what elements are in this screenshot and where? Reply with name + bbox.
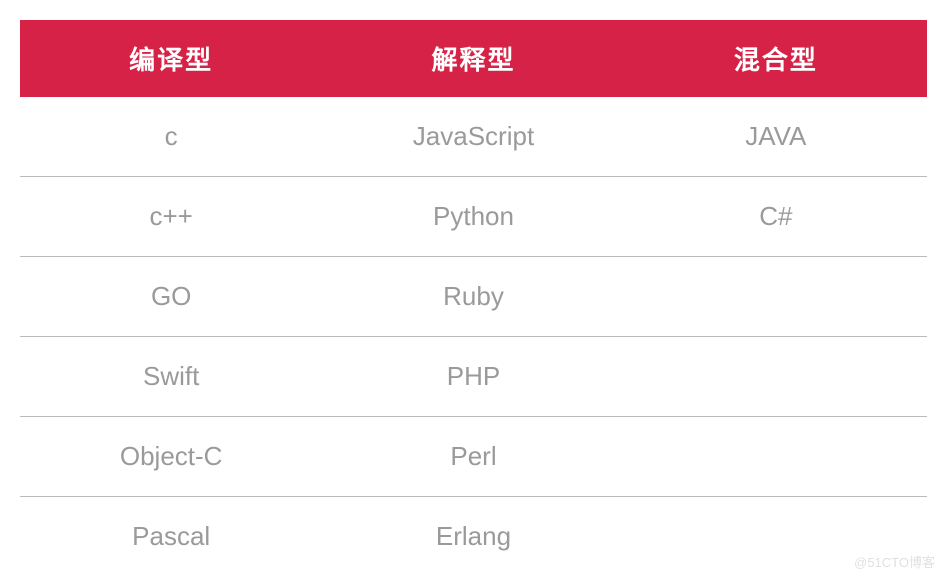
- cell-interpreted: PHP: [322, 337, 624, 417]
- cell-mixed: [625, 417, 927, 497]
- table: 编译型 解释型 混合型 c JavaScript JAVA c++ Python…: [20, 20, 927, 576]
- cell-interpreted: Python: [322, 177, 624, 257]
- cell-mixed: [625, 337, 927, 417]
- cell-compiled: Swift: [20, 337, 322, 417]
- header-compiled: 编译型: [20, 20, 322, 97]
- table-header: 编译型 解释型 混合型: [20, 20, 927, 97]
- cell-mixed: JAVA: [625, 97, 927, 177]
- cell-interpreted: Erlang: [322, 497, 624, 577]
- table-row: Pascal Erlang: [20, 497, 927, 577]
- cell-compiled: Pascal: [20, 497, 322, 577]
- header-mixed: 混合型: [625, 20, 927, 97]
- cell-interpreted: Ruby: [322, 257, 624, 337]
- table-row: Object-C Perl: [20, 417, 927, 497]
- cell-mixed: C#: [625, 177, 927, 257]
- watermark: @51CTO博客: [854, 552, 935, 571]
- cell-interpreted: JavaScript: [322, 97, 624, 177]
- table-row: c++ Python C#: [20, 177, 927, 257]
- language-types-table: 编译型 解释型 混合型 c JavaScript JAVA c++ Python…: [20, 20, 927, 576]
- cell-compiled: c: [20, 97, 322, 177]
- header-row: 编译型 解释型 混合型: [20, 20, 927, 97]
- cell-compiled: c++: [20, 177, 322, 257]
- table-row: c JavaScript JAVA: [20, 97, 927, 177]
- table-row: Swift PHP: [20, 337, 927, 417]
- header-interpreted: 解释型: [322, 20, 624, 97]
- cell-interpreted: Perl: [322, 417, 624, 497]
- table-row: GO Ruby: [20, 257, 927, 337]
- table-body: c JavaScript JAVA c++ Python C# GO Ruby …: [20, 97, 927, 576]
- cell-compiled: GO: [20, 257, 322, 337]
- cell-compiled: Object-C: [20, 417, 322, 497]
- cell-mixed: [625, 257, 927, 337]
